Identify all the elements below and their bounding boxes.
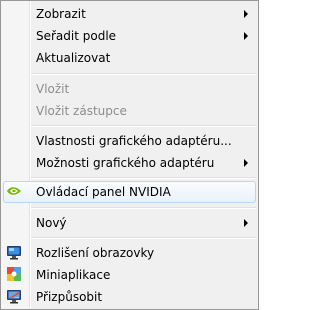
menu-separator bbox=[31, 207, 256, 209]
menu-item-personalize[interactable]: Přizpůsobit bbox=[3, 286, 256, 308]
menu-item-label: Seřadit podle bbox=[36, 29, 117, 43]
menu-item-refresh[interactable]: Aktualizovat bbox=[3, 47, 256, 69]
submenu-arrow-icon bbox=[244, 10, 248, 18]
submenu-arrow-icon bbox=[244, 159, 248, 167]
menu-item-graphics-options[interactable]: Možnosti grafického adaptéru bbox=[3, 152, 256, 174]
menu-separator bbox=[31, 73, 256, 75]
menu-item-gadgets[interactable]: Miniaplikace bbox=[3, 264, 256, 286]
nvidia-icon bbox=[6, 183, 22, 199]
menu-item-label: Ovládací panel NVIDIA bbox=[36, 185, 171, 199]
menu-item-label: Nový bbox=[36, 216, 67, 230]
menu-item-screen-resolution[interactable]: Rozlišení obrazovky bbox=[3, 242, 256, 264]
menu-item-label: Vložit zástupce bbox=[36, 104, 127, 118]
menu-item-label: Možnosti grafického adaptéru bbox=[36, 156, 215, 170]
menu-separator bbox=[31, 177, 256, 179]
menu-item-label: Přizpůsobit bbox=[36, 290, 103, 304]
menu-item-paste[interactable]: Vložit bbox=[3, 78, 256, 100]
menu-item-new[interactable]: Nový bbox=[3, 212, 256, 234]
menu-item-paste-shortcut[interactable]: Vložit zástupce bbox=[3, 100, 256, 122]
menu-item-label: Aktualizovat bbox=[36, 51, 111, 65]
submenu-arrow-icon bbox=[244, 219, 248, 227]
menu-item-label: Vložit bbox=[36, 82, 70, 96]
menu-item-label: Rozlišení obrazovky bbox=[36, 246, 155, 260]
menu-item-label: Vlastnosti grafického adaptéru... bbox=[36, 134, 232, 148]
menu-separator bbox=[31, 125, 256, 127]
personalize-icon bbox=[6, 288, 22, 304]
submenu-arrow-icon bbox=[244, 32, 248, 40]
menu-item-sort-by[interactable]: Seřadit podle bbox=[3, 25, 256, 47]
gadgets-icon bbox=[6, 266, 22, 282]
menu-item-graphics-properties[interactable]: Vlastnosti grafického adaptéru... bbox=[3, 130, 256, 152]
menu-item-nvidia-control-panel[interactable]: Ovládací panel NVIDIA bbox=[3, 181, 256, 203]
menu-item-label: Miniaplikace bbox=[36, 268, 111, 282]
menu-item-label: Zobrazit bbox=[36, 7, 86, 21]
menu-item-view[interactable]: Zobrazit bbox=[3, 3, 256, 25]
screen-resolution-icon bbox=[6, 244, 22, 260]
desktop-context-menu: Zobrazit Seřadit podle Aktualizovat Vlož… bbox=[0, 0, 259, 310]
menu-separator bbox=[31, 237, 256, 239]
